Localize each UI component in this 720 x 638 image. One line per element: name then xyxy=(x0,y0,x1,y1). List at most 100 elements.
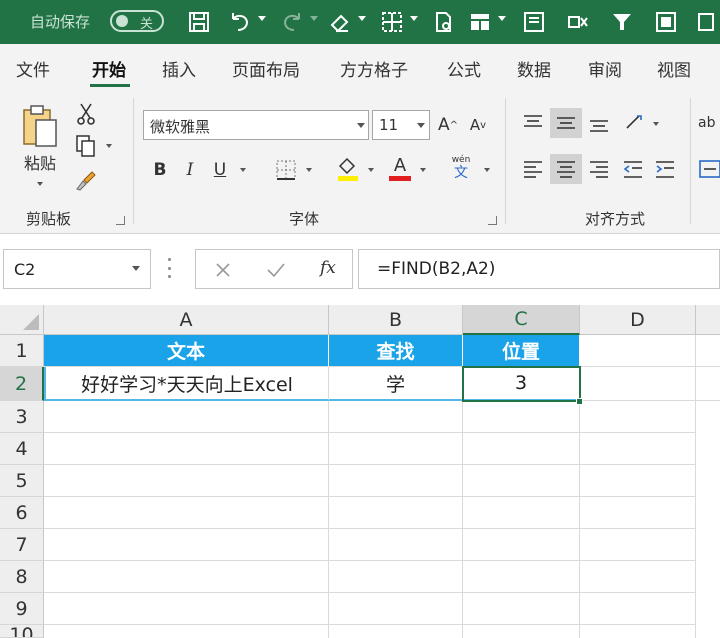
cell-a5[interactable] xyxy=(44,465,329,497)
format-painter-icon[interactable] xyxy=(72,166,100,194)
paste-button[interactable]: 粘贴 xyxy=(14,100,66,190)
font-launcher-icon[interactable] xyxy=(488,216,497,225)
cell-d1[interactable] xyxy=(580,335,696,367)
fill-handle[interactable] xyxy=(576,398,583,405)
column-header-c[interactable]: C xyxy=(463,305,580,335)
cell-b2[interactable]: 学 xyxy=(329,367,463,401)
cell-b8[interactable] xyxy=(329,561,463,593)
cell-a3[interactable] xyxy=(44,401,329,433)
decrease-indent-button[interactable] xyxy=(618,154,648,184)
font-name-select[interactable]: 微软雅黑 xyxy=(143,110,369,140)
cell-c4[interactable] xyxy=(463,433,580,465)
cell-a4[interactable] xyxy=(44,433,329,465)
row-header-9[interactable]: 9 xyxy=(0,593,44,625)
font-size-select[interactable]: 11 xyxy=(372,110,430,140)
tab-view[interactable]: 视图 xyxy=(657,56,691,81)
row-header-6[interactable]: 6 xyxy=(0,497,44,529)
insert-function-button[interactable]: fx xyxy=(320,258,336,278)
font-color-button[interactable]: A xyxy=(386,152,414,184)
cell-d7[interactable] xyxy=(580,529,696,561)
cell-c1[interactable]: 位置 xyxy=(463,335,580,367)
clear-dropdown-icon[interactable] xyxy=(358,16,366,21)
worksheet-grid[interactable]: A B C D 1 2 3 4 5 6 7 8 9 10 文本 查找 位置 好好… xyxy=(0,305,720,638)
cut-icon[interactable] xyxy=(72,100,100,128)
cell-b3[interactable] xyxy=(329,401,463,433)
column-header-d[interactable]: D xyxy=(580,305,696,335)
print-preview-icon[interactable] xyxy=(430,8,458,36)
cell-e1[interactable] xyxy=(696,335,720,367)
align-center-button[interactable] xyxy=(550,154,582,184)
borders-dropdown-icon[interactable] xyxy=(410,16,418,21)
tab-fangfang[interactable]: 方方格子 xyxy=(340,56,408,81)
cell-b6[interactable] xyxy=(329,497,463,529)
row-header-10[interactable]: 10 xyxy=(0,625,44,638)
borders-icon[interactable] xyxy=(378,8,406,36)
cell-b9[interactable] xyxy=(329,593,463,625)
row-header-2[interactable]: 2 xyxy=(0,367,44,401)
tab-page-layout[interactable]: 页面布局 xyxy=(232,56,300,81)
cell-d9[interactable] xyxy=(580,593,696,625)
cell-a9[interactable] xyxy=(44,593,329,625)
table-format-icon[interactable] xyxy=(466,8,494,36)
underline-button[interactable]: U xyxy=(208,156,232,184)
row-header-4[interactable]: 4 xyxy=(0,433,44,465)
cell-d4[interactable] xyxy=(580,433,696,465)
drag-handle-icon[interactable] xyxy=(168,258,172,278)
row-header-5[interactable]: 5 xyxy=(0,465,44,497)
fill-color-button[interactable] xyxy=(334,154,362,184)
tab-data[interactable]: 数据 xyxy=(517,56,551,81)
chevron-down-icon[interactable] xyxy=(132,266,140,271)
tab-formulas[interactable]: 公式 xyxy=(447,56,481,81)
row-header-8[interactable]: 8 xyxy=(0,561,44,593)
align-middle-button[interactable] xyxy=(550,108,582,138)
wrap-text-button[interactable]: ab xyxy=(698,108,720,138)
cell-c5[interactable] xyxy=(463,465,580,497)
enter-check-icon[interactable] xyxy=(266,261,286,279)
tab-home[interactable]: 开始 xyxy=(92,56,126,81)
cell-d5[interactable] xyxy=(580,465,696,497)
cell-b10[interactable] xyxy=(329,625,463,638)
cell-a8[interactable] xyxy=(44,561,329,593)
redo-icon[interactable] xyxy=(278,8,306,36)
column-header-a[interactable]: A xyxy=(44,305,329,335)
cell-b4[interactable] xyxy=(329,433,463,465)
cell-a7[interactable] xyxy=(44,529,329,561)
merge-center-button[interactable] xyxy=(698,154,720,184)
autosave-toggle[interactable]: 关 xyxy=(110,10,164,32)
font-color-dropdown-icon[interactable] xyxy=(420,168,426,172)
filter-icon[interactable] xyxy=(608,8,636,36)
save-icon[interactable] xyxy=(186,8,212,36)
tab-insert[interactable]: 插入 xyxy=(162,56,196,81)
tab-file[interactable]: 文件 xyxy=(16,56,50,81)
italic-button[interactable]: I xyxy=(178,156,202,184)
bold-button[interactable]: B xyxy=(148,156,172,184)
cell-c9[interactable] xyxy=(463,593,580,625)
cell-c3[interactable] xyxy=(463,401,580,433)
cell-c10[interactable] xyxy=(463,625,580,638)
page-layout-icon[interactable] xyxy=(652,8,680,36)
cell-a1[interactable]: 文本 xyxy=(44,335,329,367)
cell-a2[interactable]: 好好学习*天天向上Excel xyxy=(44,367,329,401)
copy-icon[interactable] xyxy=(72,132,100,160)
redo-dropdown-icon[interactable] xyxy=(310,16,318,21)
phonetic-dropdown-icon[interactable] xyxy=(484,168,490,172)
cancel-icon[interactable] xyxy=(214,261,232,279)
borders-dropdown-icon[interactable] xyxy=(306,168,312,172)
increase-indent-button[interactable] xyxy=(650,154,680,184)
cell-c8[interactable] xyxy=(463,561,580,593)
fill-color-dropdown-icon[interactable] xyxy=(368,168,374,172)
cell-d6[interactable] xyxy=(580,497,696,529)
cell-d10[interactable] xyxy=(580,625,696,638)
increase-font-size-button[interactable]: A ^ xyxy=(436,112,460,138)
delete-column-icon[interactable] xyxy=(564,8,592,36)
align-right-button[interactable] xyxy=(584,154,614,184)
clipboard-launcher-icon[interactable] xyxy=(116,216,125,225)
borders-button[interactable] xyxy=(272,156,300,184)
tab-review[interactable]: 审阅 xyxy=(588,56,622,81)
formula-input[interactable]: =FIND(B2,A2) xyxy=(358,249,720,289)
more-icon[interactable] xyxy=(694,8,718,36)
row-header-3[interactable]: 3 xyxy=(0,401,44,433)
cell-b1[interactable]: 查找 xyxy=(329,335,463,367)
align-bottom-button[interactable] xyxy=(584,108,614,138)
eraser-icon[interactable] xyxy=(326,8,354,36)
